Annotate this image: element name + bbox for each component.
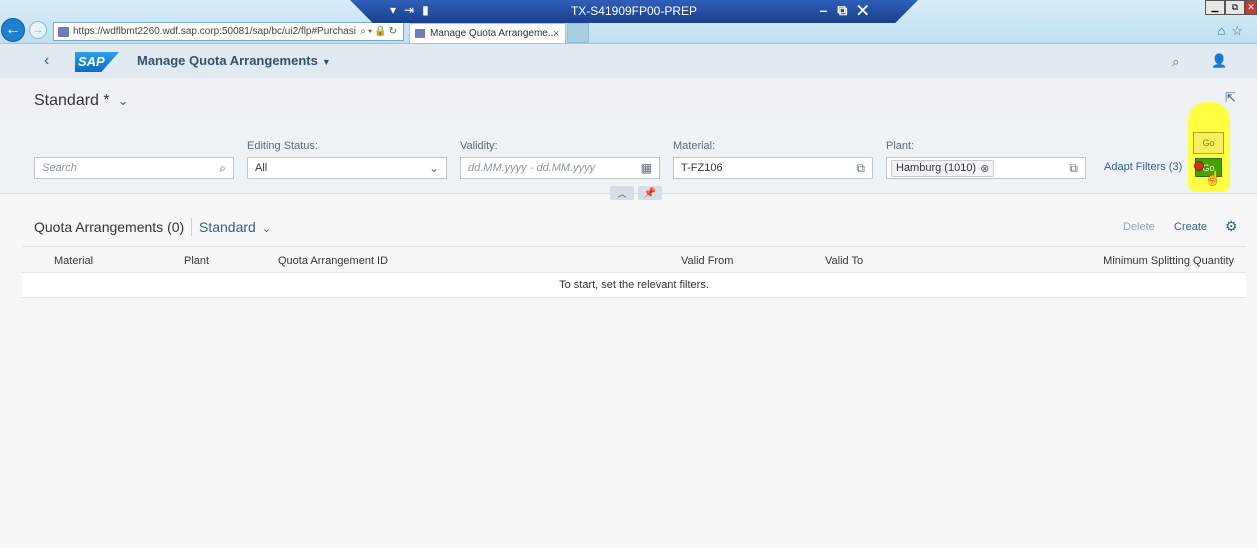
plant-token-text: Hamburg (1010): [896, 162, 977, 174]
search-icon[interactable]: ⌕: [219, 161, 226, 176]
column-header-quota-id[interactable]: Quota Arrangement ID: [278, 255, 388, 267]
shell-bar: ‹ SAP Manage Quota Arrangements ▼ ⌕ 👤: [0, 44, 1257, 78]
delete-button[interactable]: Delete: [1123, 221, 1155, 233]
click-indicator: [1194, 161, 1204, 171]
search-input[interactable]: Search ⌕: [34, 157, 234, 179]
calendar-icon[interactable]: ▦: [641, 161, 652, 175]
collapse-filter-bar-icon[interactable]: ︿: [610, 186, 634, 200]
browser-tab[interactable]: Manage Quota Arrangeme... ×: [409, 23, 566, 43]
filter-bar: Search ⌕ Editing Status: All ⌄ Validity:…: [0, 120, 1257, 194]
table-title: Quota Arrangements (0): [34, 219, 185, 235]
validity-date-range[interactable]: dd.MM.yyyy - dd.MM.yyyy ▦: [460, 157, 660, 179]
chevron-down-icon: ⌄: [117, 93, 129, 108]
value-help-icon[interactable]: ⧉: [856, 161, 865, 176]
column-header-material[interactable]: Material: [54, 255, 93, 267]
chevron-down-icon[interactable]: ⌄: [429, 161, 439, 175]
rdp-window-controls-icon[interactable]: –⧉✕: [820, 2, 878, 19]
validity-placeholder: dd.MM.yyyy - dd.MM.yyyy: [468, 162, 596, 174]
variant-selector[interactable]: Standard * ⌄: [34, 92, 129, 110]
tab-label: Manage Quota Arrangeme...: [430, 28, 553, 39]
address-bar[interactable]: https://wdflbmt2260.wdf.sap.corp:50081/s…: [53, 22, 404, 41]
variant-header: Standard * ⌄ ⇱: [0, 78, 1257, 120]
token-remove-icon[interactable]: ⊗: [980, 162, 989, 175]
share-icon[interactable]: ⇱: [1225, 90, 1236, 106]
column-header-min-split-qty[interactable]: Minimum Splitting Quantity: [1103, 255, 1234, 267]
validity-label: Validity:: [460, 140, 498, 152]
minimize-icon[interactable]: ▁: [1205, 0, 1225, 15]
search-icon[interactable]: ⌕: [1172, 54, 1179, 70]
hand-cursor-icon: ☝: [1204, 170, 1222, 186]
app-title-menu[interactable]: Manage Quota Arrangements ▼: [137, 53, 331, 68]
go-hint-box: Go: [1193, 132, 1224, 154]
browser-forward-icon[interactable]: →: [29, 21, 47, 39]
editing-status-select[interactable]: All ⌄: [247, 157, 447, 179]
app-title: Manage Quota Arrangements: [137, 53, 318, 68]
chevron-down-icon: ⌄: [261, 223, 272, 235]
plant-multi-input[interactable]: Hamburg (1010) ⊗ ⧉: [886, 157, 1086, 179]
new-tab-button[interactable]: [567, 23, 589, 43]
sap-logo[interactable]: SAP: [75, 52, 119, 72]
column-header-plant[interactable]: Plant: [184, 255, 209, 267]
back-arrow-icon[interactable]: ‹: [44, 52, 49, 70]
editing-status-value: All: [255, 162, 268, 174]
pin-header-icon[interactable]: 📌: [638, 186, 662, 200]
favicon-icon: [58, 26, 69, 37]
tab-favicon-icon: [415, 29, 425, 38]
create-button[interactable]: Create: [1174, 221, 1207, 233]
gear-icon[interactable]: ⚙: [1225, 218, 1238, 235]
plant-label: Plant:: [886, 140, 915, 152]
remote-desktop-bar: ▾⇥▮ TX-S41909FP00-PREP –⧉✕: [350, 0, 918, 23]
browser-back-icon[interactable]: ←: [1, 18, 25, 42]
adapt-filters-button[interactable]: Adapt Filters (3): [1104, 161, 1182, 173]
table-header-row: Material Plant Quota Arrangement ID Vali…: [22, 246, 1246, 273]
toolbar-separator: [191, 218, 192, 236]
restore-icon[interactable]: ⧉: [1225, 0, 1245, 15]
address-actions-icon[interactable]: ⌕▾🔒↻: [360, 26, 403, 37]
table-empty-message: To start, set the relevant filters.: [22, 273, 1246, 298]
caret-down-icon: ▼: [321, 57, 331, 67]
material-label: Material:: [673, 140, 716, 152]
value-help-icon[interactable]: ⧉: [1069, 161, 1078, 176]
plant-token[interactable]: Hamburg (1010) ⊗: [891, 159, 995, 177]
url-text[interactable]: https://wdflbmt2260.wdf.sap.corp:50081/s…: [73, 26, 360, 37]
column-header-valid-to[interactable]: Valid To: [825, 255, 863, 267]
table-variant-selector[interactable]: Standard ⌄: [199, 219, 271, 235]
tab-close-icon[interactable]: ×: [553, 28, 565, 40]
search-placeholder: Search: [42, 162, 77, 174]
browser-home-favorites-icon[interactable]: ⌂☆: [1217, 23, 1249, 39]
material-value: T-FZ106: [681, 162, 723, 174]
close-window-icon[interactable]: ✕: [1245, 0, 1257, 15]
table-variant-label: Standard: [199, 219, 256, 235]
column-header-valid-from[interactable]: Valid From: [681, 255, 733, 267]
window-controls: ▁ ⧉ ✕: [1205, 0, 1257, 15]
editing-status-label: Editing Status:: [247, 140, 318, 152]
user-icon[interactable]: 👤: [1211, 53, 1227, 69]
material-input[interactable]: T-FZ106 ⧉: [673, 157, 873, 179]
variant-title: Standard *: [34, 92, 110, 109]
